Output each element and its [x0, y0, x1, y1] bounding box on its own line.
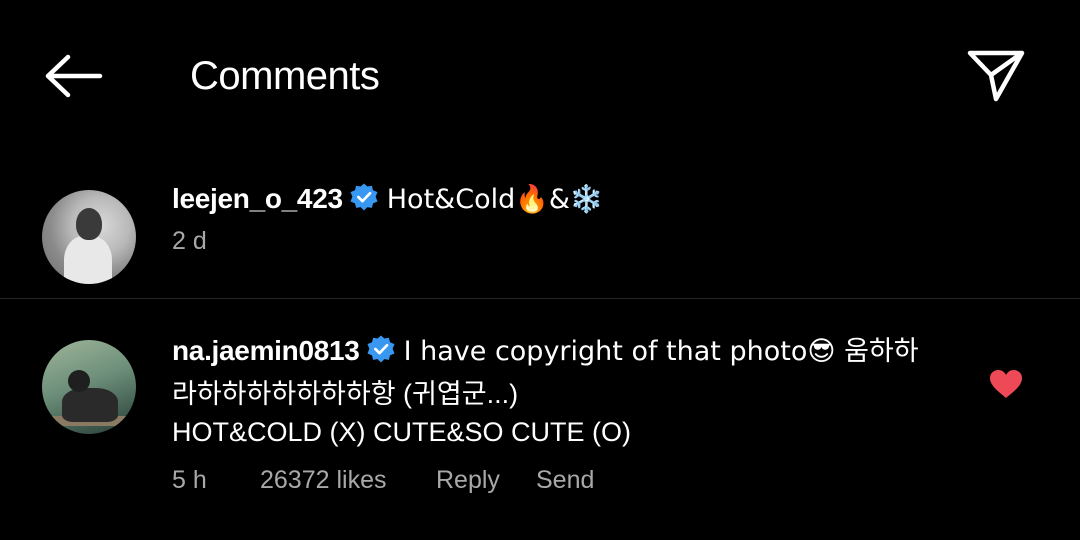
heart-icon [990, 370, 1022, 398]
comment-text: Hot&Cold🔥&❄️ [386, 184, 604, 215]
back-button[interactable] [40, 48, 106, 104]
avatar-figure-body [62, 388, 118, 422]
comment-time: 2 d [172, 227, 207, 255]
comment-item: na.jaemin0813 I have copyright of that p… [0, 320, 1080, 520]
avatar[interactable] [42, 190, 136, 284]
caption-comment: leejen_o_423 Hot&Cold🔥&❄️ 2 d [0, 170, 1080, 298]
comment-text-line-1: I have copyright of that photo😎 움하하 [403, 336, 919, 367]
comment-meta: 5 h 26372 likes Reply Send [172, 461, 972, 499]
avatar-figure-head [68, 370, 90, 392]
caption-body: leejen_o_423 Hot&Cold🔥&❄️ 2 d [172, 182, 604, 256]
comment-text-line-3: HOT&COLD (X) CUTE&SO CUTE (O) [172, 417, 632, 447]
avatar[interactable] [42, 340, 136, 434]
like-button[interactable] [986, 364, 1026, 404]
arrow-left-icon [45, 54, 103, 98]
page-title: Comments [190, 54, 380, 98]
comment-username[interactable]: na.jaemin0813 [172, 335, 360, 366]
avatar-figure-head [76, 208, 102, 240]
likes-count[interactable]: 26372 likes [260, 461, 436, 499]
send-button[interactable]: Send [536, 461, 594, 499]
header: Comments [0, 0, 1080, 150]
comment-username[interactable]: leejen_o_423 [172, 183, 343, 214]
verified-badge-icon [367, 335, 395, 363]
avatar-figure-body [64, 236, 112, 284]
paper-plane-icon [967, 50, 1025, 102]
comment-time: 5 h [172, 466, 207, 494]
comments-screen: Comments leejen_o_423 Hot&Cold🔥&❄️ 2 d n… [0, 0, 1080, 540]
share-button[interactable] [962, 42, 1030, 106]
reply-body: na.jaemin0813 I have copyright of that p… [172, 332, 972, 499]
verified-badge-icon [350, 183, 378, 211]
divider [0, 298, 1080, 299]
reply-button[interactable]: Reply [436, 461, 536, 499]
comment-text-line-2: 라하하하하하하하항 (귀엽군...) [172, 379, 519, 409]
